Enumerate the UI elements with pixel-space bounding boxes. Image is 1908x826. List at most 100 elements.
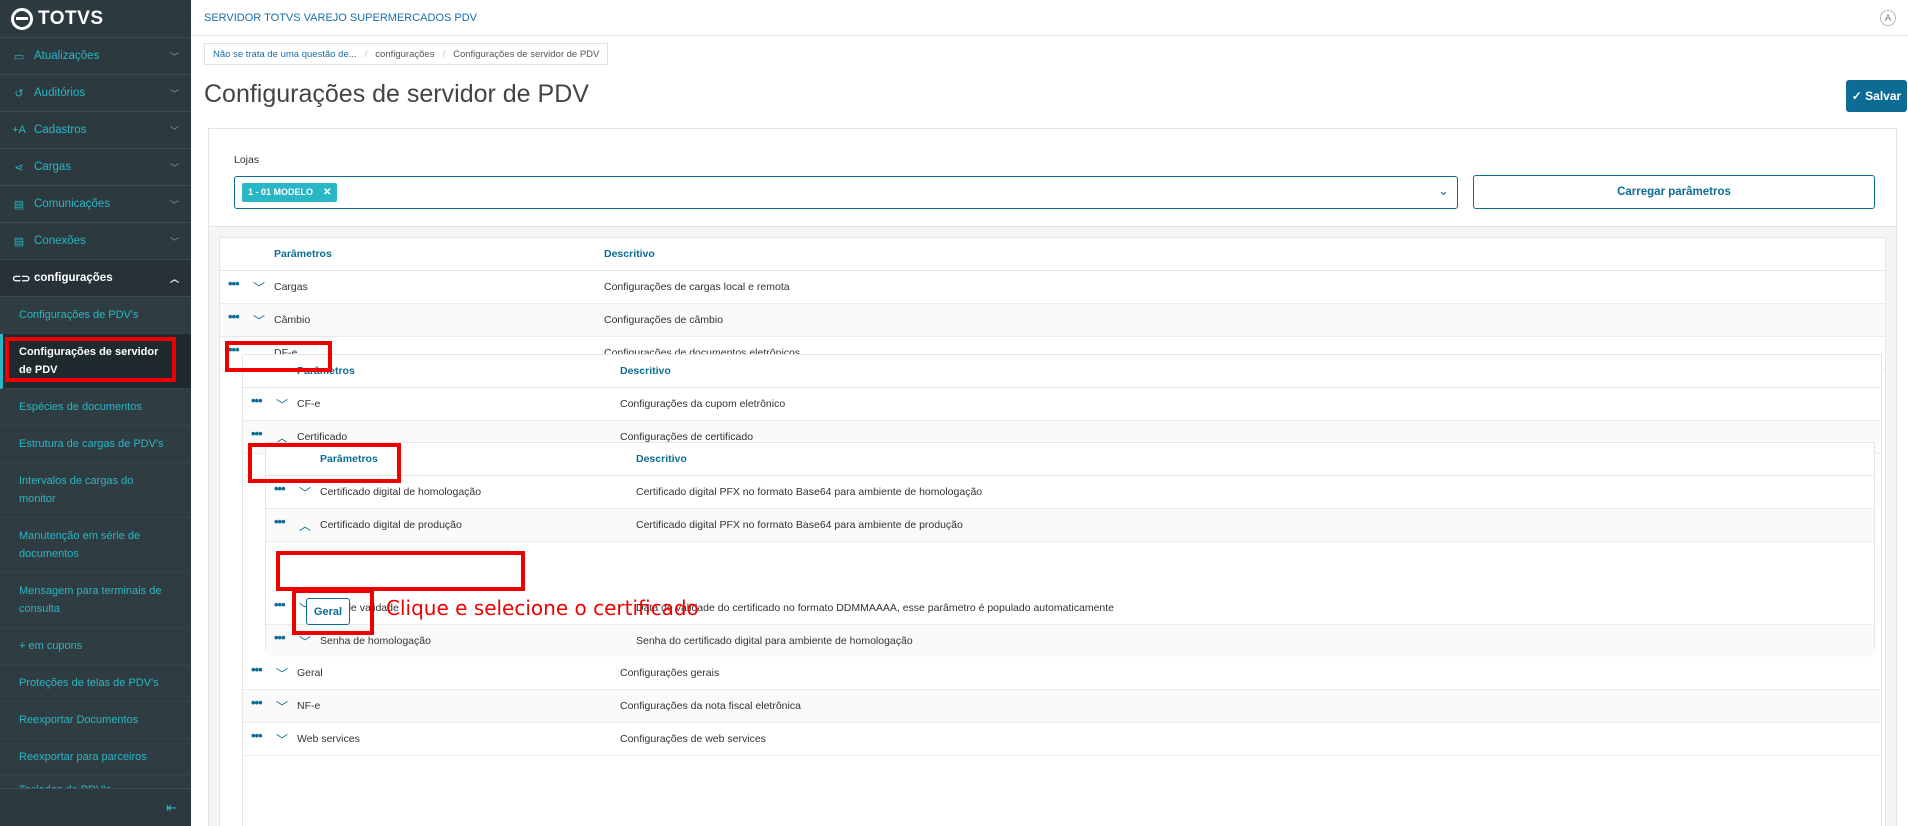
save-button-label: Salvar [1865, 89, 1902, 103]
more-options-icon[interactable]: ••• [251, 662, 263, 677]
chevron-up-icon[interactable]: ︿ [299, 517, 311, 534]
sidebar-item-4[interactable]: ▤ Comunicações ﹀ [0, 186, 191, 223]
table-row[interactable]: ••• ﹀ Web services Configurações de web ser… [243, 723, 1881, 756]
row-description: Data de validade do certificado no forma… [636, 602, 1115, 614]
row-parameter-name: CF-e [297, 398, 321, 410]
sidebar-item-label: Comunicações [34, 198, 111, 210]
table-row[interactable]: ••• ﹀ NF-e Configurações da nota fiscal ele… [243, 690, 1881, 723]
page-title: Configurações de servidor de PDV [204, 80, 589, 108]
breadcrumb-item-home[interactable]: Não se trata de uma questão de... [205, 49, 365, 60]
sidebar-item-6[interactable]: ⊂⊃ configurações ︿ [0, 260, 191, 297]
row-parameter-name: Senha de homologação [320, 635, 431, 647]
row-description: Senha do certificado digital para ambien… [636, 635, 913, 647]
link-icon: ⊂⊃ [12, 272, 31, 285]
submenu-item[interactable]: Intervalos de cargas do monitor [0, 463, 191, 518]
chevron-down-icon[interactable]: ﹀ [276, 698, 288, 715]
stores-label: Lojas [234, 154, 260, 166]
chevron-down-icon[interactable]: ⌄ [1438, 183, 1449, 199]
callout-certificado-row [248, 443, 401, 483]
more-options-icon[interactable]: ••• [274, 597, 286, 612]
sidebar-item-label: Conexões [34, 235, 86, 247]
store-tag-label: 1 - 01 MODELO [248, 187, 314, 197]
table-row[interactable]: ••• ﹀ Certificado digital de homologação Ce… [266, 476, 1874, 509]
monitor-icon: ▭ [13, 50, 25, 63]
breadcrumb-item-configuracoes[interactable]: configurações [367, 49, 442, 60]
chevron-down-icon[interactable]: ﹀ [253, 312, 265, 329]
main-content: SERVIDOR TOTVS VAREJO SUPERMERCADOS PDV … [191, 0, 1908, 826]
table-header: Parâmetros Descritivo [220, 238, 1885, 271]
table-row[interactable]: ••• ﹀ Geral Configurações gerais [243, 657, 1881, 690]
chevron-down-icon[interactable]: ﹀ [299, 484, 311, 501]
column-description: Descritivo [604, 248, 655, 260]
row-description: Certificado digital PFX no formato Base6… [636, 486, 983, 498]
chevron-down-icon: ﹀ [169, 236, 179, 247]
sidebar: TOTVS ▭ Atualizações ﹀ ↺ Auditórios ﹀ +A Cadast… [0, 0, 191, 826]
more-options-icon[interactable]: ••• [274, 630, 286, 645]
load-parameters-button[interactable]: Carregar parâmetros [1473, 175, 1875, 209]
submenu-item[interactable]: Reexportar para parceiros [0, 739, 191, 776]
sidebar-item-0[interactable]: ▭ Atualizações ﹀ [0, 38, 191, 75]
submenu-item[interactable]: Manutenção em série de documentos [0, 518, 191, 573]
column-description: Descritivo [620, 365, 671, 377]
chevron-down-icon[interactable]: ﹀ [253, 279, 265, 296]
table-row[interactable]: ••• ﹀ Câmbio Configurações de câmbio [220, 304, 1885, 337]
sidebar-item-2[interactable]: +A Cadastros ﹀ [0, 112, 191, 149]
row-parameter-name: Web services [297, 733, 360, 745]
sidebar-item-label: configurações [34, 272, 113, 284]
column-parameters: Parâmetros [274, 248, 332, 260]
sidebar-item-label: Cargas [34, 161, 72, 173]
sidebar-item-5[interactable]: ▤ Conexões ﹀ [0, 223, 191, 260]
totvs-logo: TOTVS [0, 0, 191, 38]
submenu-item[interactable]: Reexportar Documentos [0, 702, 191, 739]
table-header: Parâmetros Descritivo [243, 355, 1881, 388]
row-parameter-name: Certificado digital de produção [320, 519, 462, 531]
chevron-down-icon: ﹀ [169, 199, 179, 210]
document-icon: ▤ [13, 235, 25, 248]
more-options-icon[interactable]: ••• [251, 728, 263, 743]
chevron-down-icon[interactable]: ﹀ [299, 633, 311, 650]
table-row[interactable]: ••• ﹀ Cargas Configurações de cargas local … [220, 271, 1885, 304]
chevron-down-icon[interactable]: ﹀ [276, 665, 288, 682]
chevron-down-icon[interactable]: ﹀ [276, 731, 288, 748]
submenu-item[interactable]: Mensagem para terminais de consulta [0, 573, 191, 628]
table-row[interactable]: ••• ﹀ CF-e Configurações da cupom eletrônic… [243, 388, 1881, 421]
more-options-icon[interactable]: ••• [274, 481, 286, 496]
more-options-icon[interactable]: ••• [228, 309, 240, 324]
parameters-table: Parâmetros Descritivo ••• ﹀ Cargas Configur… [219, 237, 1886, 826]
more-options-icon[interactable]: ••• [274, 514, 286, 529]
submenu-item[interactable]: Estrutura de cargas de PDV's [0, 426, 191, 463]
totvs-logo-icon [11, 7, 33, 30]
chevron-up-icon: ︿ [169, 273, 179, 284]
submenu-item[interactable]: Configurações de PDV's [0, 297, 191, 334]
table-row[interactable]: ••• ︿ Certificado digital de produção Certi… [266, 509, 1874, 542]
row-description: Configurações da nota fiscal eletrônica [620, 700, 801, 712]
save-button[interactable]: ✓ Salvar [1846, 80, 1907, 112]
collapse-sidebar-button[interactable]: ⇤ [0, 788, 191, 826]
breadcrumb-item-current: Configurações de servidor de PDV [453, 48, 600, 60]
submenu-item[interactable]: + em cupons [0, 628, 191, 665]
row-description: Configurações de cargas local e remota [604, 281, 790, 293]
chevron-down-icon[interactable]: ﹀ [276, 396, 288, 413]
breadcrumb: Não se trata de uma questão de... / confi… [204, 43, 609, 65]
callout-geral-button [292, 589, 374, 635]
row-parameter-name: NF-e [297, 700, 321, 712]
remove-tag-icon[interactable]: ✕ [323, 187, 331, 198]
more-options-icon[interactable]: ••• [251, 393, 263, 408]
chevron-down-icon: ﹀ [169, 162, 179, 173]
more-options-icon[interactable]: ••• [228, 276, 240, 291]
table-row[interactable]: ••• ﹀ Senha de homologação Senha do certifi… [266, 625, 1874, 658]
sidebar-item-1[interactable]: ↺ Auditórios ﹀ [0, 75, 191, 112]
more-options-icon[interactable]: ••• [251, 426, 263, 441]
row-parameter-name: Geral [297, 667, 323, 679]
user-avatar-icon[interactable]: A [1880, 10, 1896, 26]
submenu-item[interactable]: Proteções de telas de PDV's [0, 665, 191, 702]
more-options-icon[interactable]: ••• [251, 695, 263, 710]
store-select[interactable]: 1 - 01 MODELO ✕ ⌄ [234, 176, 1458, 209]
history-icon: ↺ [14, 87, 24, 100]
sidebar-item-label: Cadastros [34, 124, 87, 136]
chevron-down-icon: ﹀ [169, 125, 179, 136]
add-user-icon: +A [12, 124, 26, 136]
brand-name: TOTVS [38, 7, 104, 29]
sidebar-item-3[interactable]: ⋖ Cargas ﹀ [0, 149, 191, 186]
submenu-item[interactable]: Espécies de documentos [0, 389, 191, 426]
